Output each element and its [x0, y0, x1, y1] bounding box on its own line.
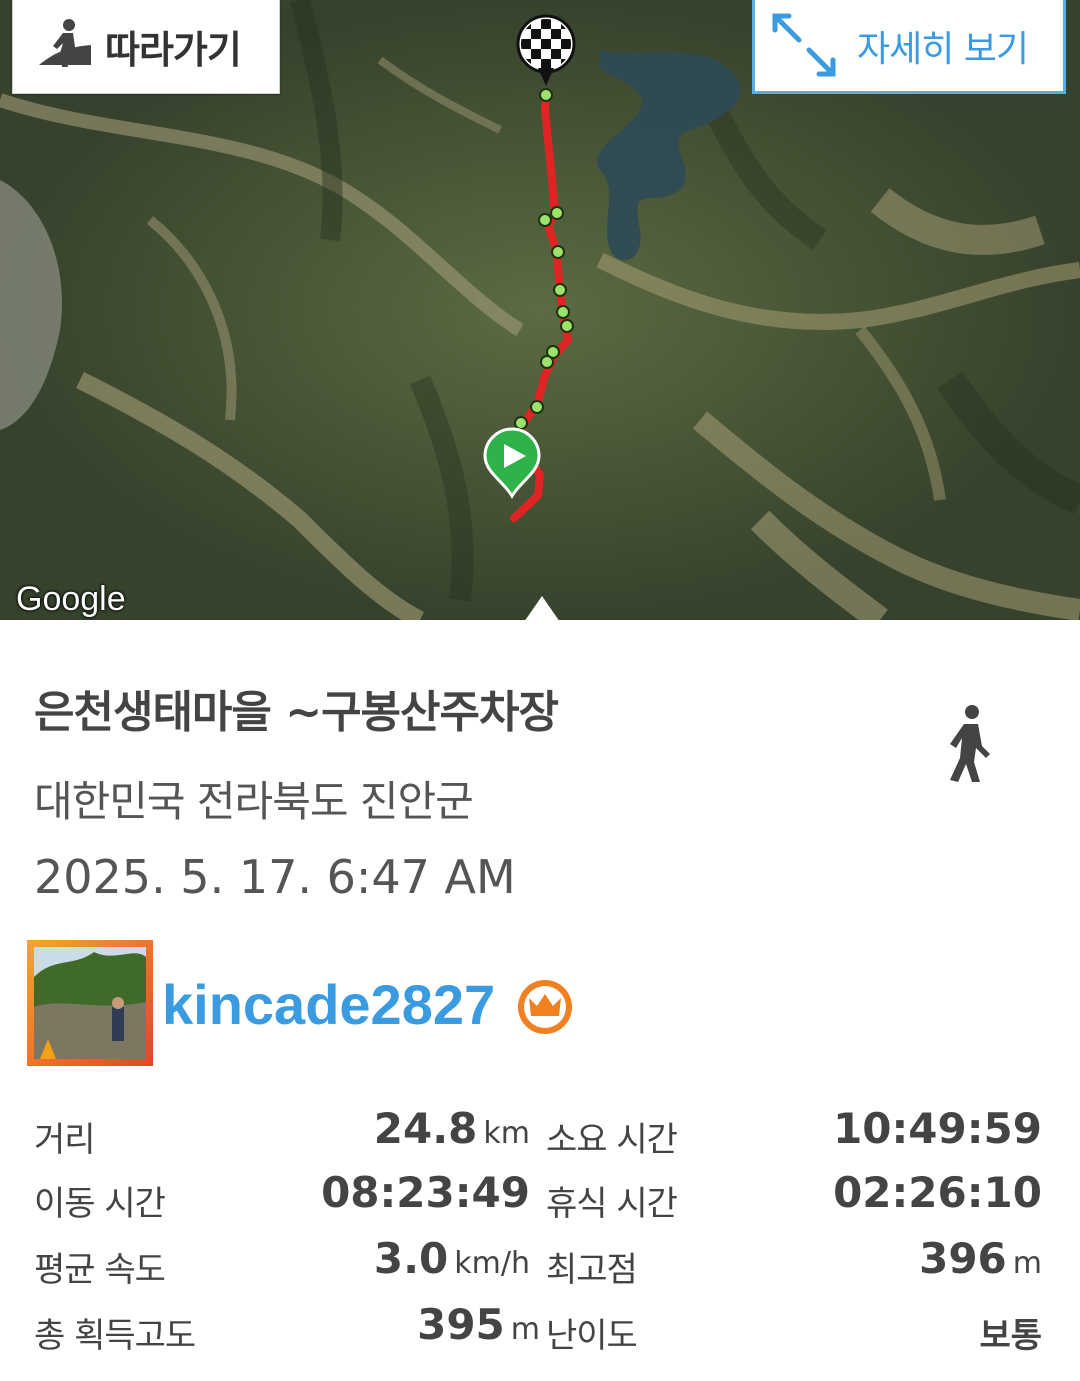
stat-row: 거리 24.8 km 소요 시간 10:49:59	[0, 1100, 1080, 1160]
stat-label: 거리	[34, 1120, 96, 1160]
avatar[interactable]	[27, 940, 153, 1066]
stat-value: 10:49:59	[833, 1104, 1042, 1153]
trail-location: 대한민국 전라북도 진안군	[34, 777, 474, 826]
trail-info-panel: 은천생태마을 ~구봉산주차장 대한민국 전라북도 진안군 2025. 5. 17…	[0, 620, 1080, 1381]
stat-row: 평균 속도 3.0 km/h 최고점 396 m	[0, 1230, 1080, 1290]
stat-value: 08:23:49	[321, 1168, 530, 1217]
follow-label: 따라가기	[105, 28, 242, 72]
detail-view-button[interactable]: 자세히 보기	[752, 0, 1066, 94]
difficulty-value: 보통	[979, 1316, 1042, 1356]
google-attribution: Google	[16, 580, 126, 618]
username-link[interactable]: kincade2827	[162, 972, 495, 1037]
stat-value: 396 m	[919, 1234, 1042, 1283]
stat-value: 3.0 km/h	[373, 1234, 530, 1283]
stat-label: 이동 시간	[34, 1184, 166, 1224]
stat-row: 총 획득고도 395 m 난이도 보통	[0, 1296, 1080, 1356]
stat-label: 최고점	[546, 1250, 638, 1290]
stat-label: 난이도	[546, 1316, 638, 1356]
stat-label: 휴식 시간	[546, 1184, 678, 1224]
crown-icon	[516, 978, 574, 1040]
hiker-follow-icon	[35, 15, 95, 79]
stat-label: 평균 속도	[34, 1250, 166, 1290]
panel-pointer	[524, 596, 560, 620]
trail-datetime: 2025. 5. 17. 6:47 AM	[34, 850, 516, 904]
route-map[interactable]: 따라가기 자세히 보기 Google	[0, 0, 1080, 620]
stat-label: 소요 시간	[546, 1120, 678, 1160]
stat-row: 이동 시간 08:23:49 휴식 시간 02:26:10	[0, 1164, 1080, 1224]
stat-value: 395 m	[417, 1300, 540, 1349]
detail-view-label: 자세히 보기	[857, 28, 1029, 70]
follow-button[interactable]: 따라가기	[12, 0, 280, 94]
stat-value: 02:26:10	[833, 1168, 1042, 1217]
avatar-photo	[34, 947, 146, 1059]
expand-arrows-icon	[765, 6, 841, 86]
trail-title: 은천생태마을 ~구봉산주차장	[34, 687, 559, 738]
hiking-icon	[946, 704, 994, 788]
stat-value: 24.8 km	[373, 1104, 530, 1153]
stat-label: 총 획득고도	[34, 1316, 196, 1356]
